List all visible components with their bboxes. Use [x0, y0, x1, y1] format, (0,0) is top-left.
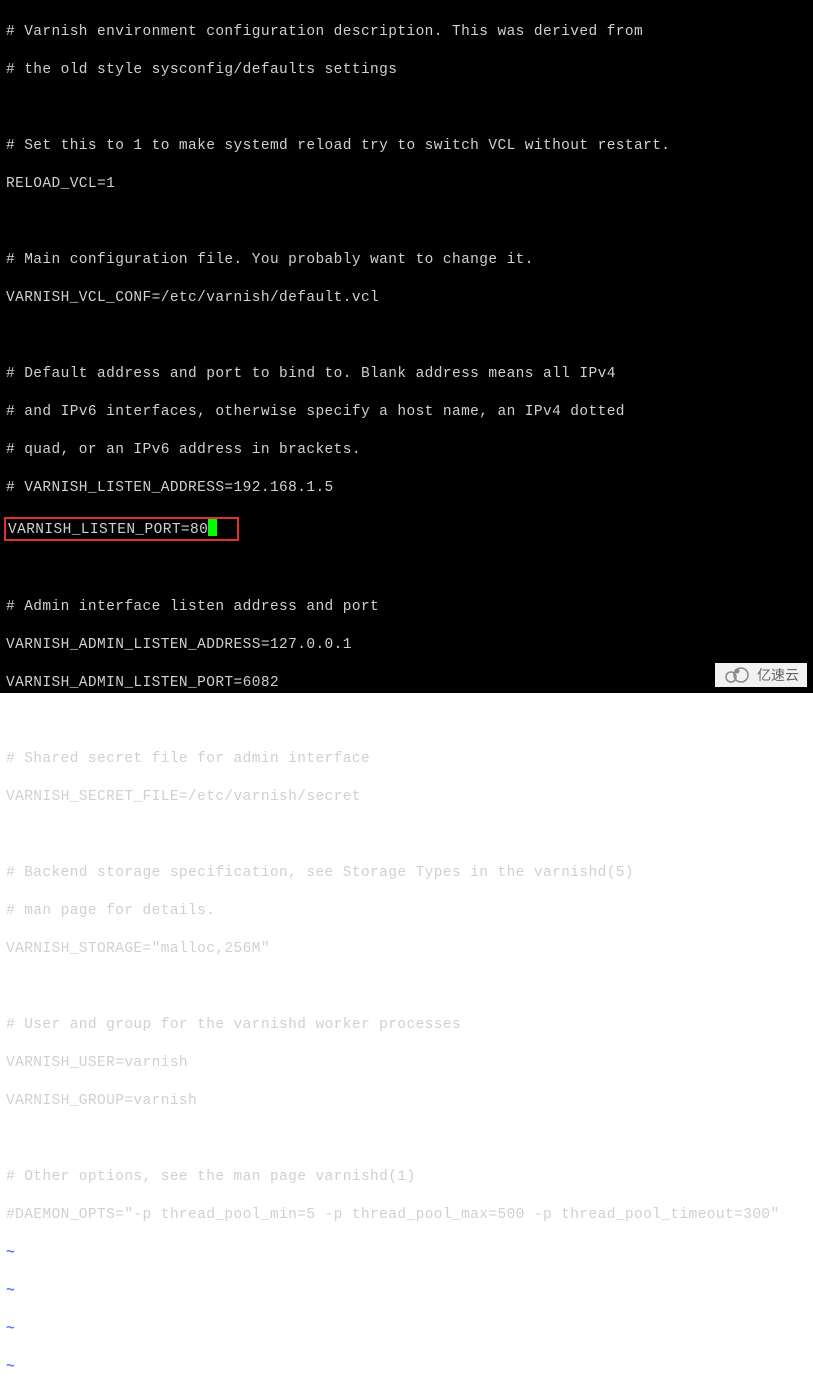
config-line: # User and group for the varnishd worker… — [6, 1016, 807, 1035]
blank-line — [6, 99, 807, 118]
config-line: # Default address and port to bind to. B… — [6, 365, 807, 384]
config-line: VARNISH_STORAGE="malloc,256M" — [6, 940, 807, 959]
blank-line — [6, 712, 807, 731]
text-cursor — [208, 519, 217, 536]
config-line: # man page for details. — [6, 902, 807, 921]
config-line: VARNISH_VCL_CONF=/etc/varnish/default.vc… — [6, 289, 807, 308]
highlight-box: VARNISH_LISTEN_PORT=80 — [4, 517, 239, 541]
config-line: # quad, or an IPv6 address in brackets. — [6, 441, 807, 460]
vim-tilde-line: ~ — [6, 1358, 807, 1377]
cloud-icon — [723, 666, 753, 684]
config-line: VARNISH_GROUP=varnish — [6, 1092, 807, 1111]
config-line: # Other options, see the man page varnis… — [6, 1168, 807, 1187]
config-line: # Backend storage specification, see Sto… — [6, 864, 807, 883]
terminal-viewport[interactable]: # Varnish environment configuration desc… — [0, 0, 813, 693]
vim-tilde-line: ~ — [6, 1282, 807, 1301]
blank-line — [6, 978, 807, 997]
vim-tilde-line: ~ — [6, 1320, 807, 1339]
config-line: VARNISH_SECRET_FILE=/etc/varnish/secret — [6, 788, 807, 807]
watermark: 亿速云 — [715, 663, 807, 687]
config-line: # the old style sysconfig/defaults setti… — [6, 61, 807, 80]
watermark-text: 亿速云 — [757, 665, 799, 685]
config-line: # Varnish environment configuration desc… — [6, 23, 807, 42]
highlighted-listen-port-line: VARNISH_LISTEN_PORT=80 — [6, 517, 807, 541]
blank-line — [6, 826, 807, 845]
config-line: # and IPv6 interfaces, otherwise specify… — [6, 403, 807, 422]
config-line: # Admin interface listen address and por… — [6, 598, 807, 617]
config-line: VARNISH_ADMIN_LISTEN_PORT=6082 — [6, 674, 807, 693]
config-line: VARNISH_USER=varnish — [6, 1054, 807, 1073]
config-line: RELOAD_VCL=1 — [6, 175, 807, 194]
vim-tilde-line: ~ — [6, 1244, 807, 1263]
config-line: # Set this to 1 to make systemd reload t… — [6, 137, 807, 156]
config-line: # VARNISH_LISTEN_ADDRESS=192.168.1.5 — [6, 479, 807, 498]
config-line: #DAEMON_OPTS="-p thread_pool_min=5 -p th… — [6, 1206, 807, 1225]
config-line: VARNISH_ADMIN_LISTEN_ADDRESS=127.0.0.1 — [6, 636, 807, 655]
blank-line — [6, 1130, 807, 1149]
config-line: # Shared secret file for admin interface — [6, 750, 807, 769]
blank-line — [6, 213, 807, 232]
listen-port-setting: VARNISH_LISTEN_PORT=80 — [8, 522, 208, 538]
blank-line — [6, 560, 807, 579]
blank-line — [6, 327, 807, 346]
config-line: # Main configuration file. You probably … — [6, 251, 807, 270]
